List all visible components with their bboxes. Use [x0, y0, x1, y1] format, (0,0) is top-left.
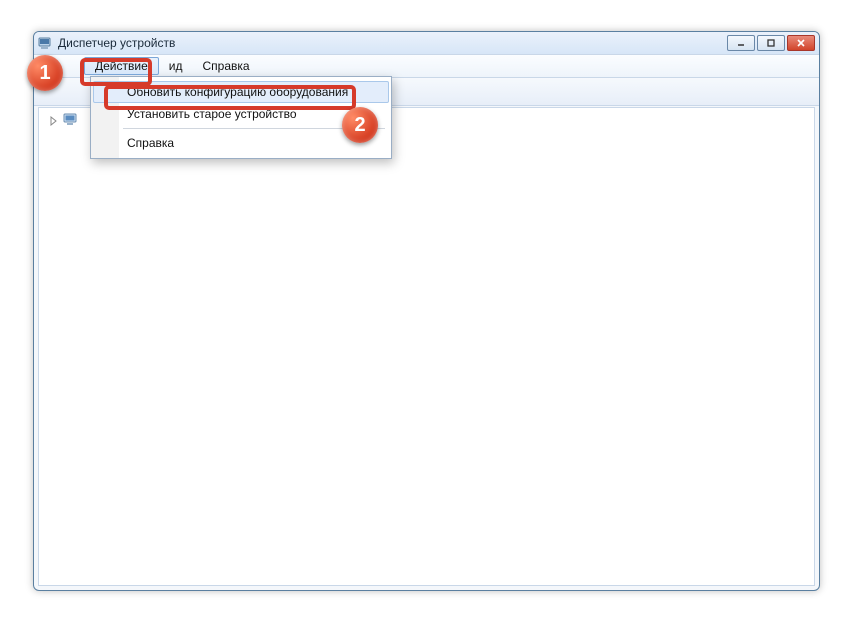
menu-action[interactable]: Действие [84, 57, 159, 75]
menu-view-label: ид [169, 59, 183, 73]
close-button[interactable] [787, 35, 815, 51]
menu-scan-hardware-label: Обновить конфигурацию оборудования [127, 85, 348, 99]
menu-help-item[interactable]: Справка [93, 132, 389, 154]
tree-root-row[interactable] [49, 112, 83, 128]
maximize-button[interactable] [757, 35, 785, 51]
menubar: Действие ид Справка [34, 54, 819, 78]
device-tree-pane[interactable] [38, 107, 815, 586]
menu-separator [123, 128, 385, 129]
menu-scan-hardware[interactable]: Обновить конфигурацию оборудования [93, 81, 389, 103]
menu-help[interactable]: Справка [192, 55, 259, 77]
action-dropdown: Обновить конфигурацию оборудования Устан… [90, 76, 392, 159]
menu-action-label: Действие [95, 59, 148, 73]
device-manager-icon [38, 35, 54, 51]
computer-icon [63, 112, 79, 128]
minimize-button[interactable] [727, 35, 755, 51]
tree-expand-icon[interactable] [49, 115, 59, 125]
menu-help-item-label: Справка [127, 136, 174, 150]
window-buttons [727, 35, 815, 51]
window-title: Диспетчер устройств [58, 36, 727, 50]
menu-add-legacy-label: Установить старое устройство [127, 107, 297, 121]
titlebar[interactable]: Диспетчер устройств [34, 32, 819, 54]
menu-view-partial[interactable]: ид [159, 55, 193, 77]
menu-add-legacy[interactable]: Установить старое устройство [93, 103, 389, 125]
menu-help-label: Справка [202, 59, 249, 73]
